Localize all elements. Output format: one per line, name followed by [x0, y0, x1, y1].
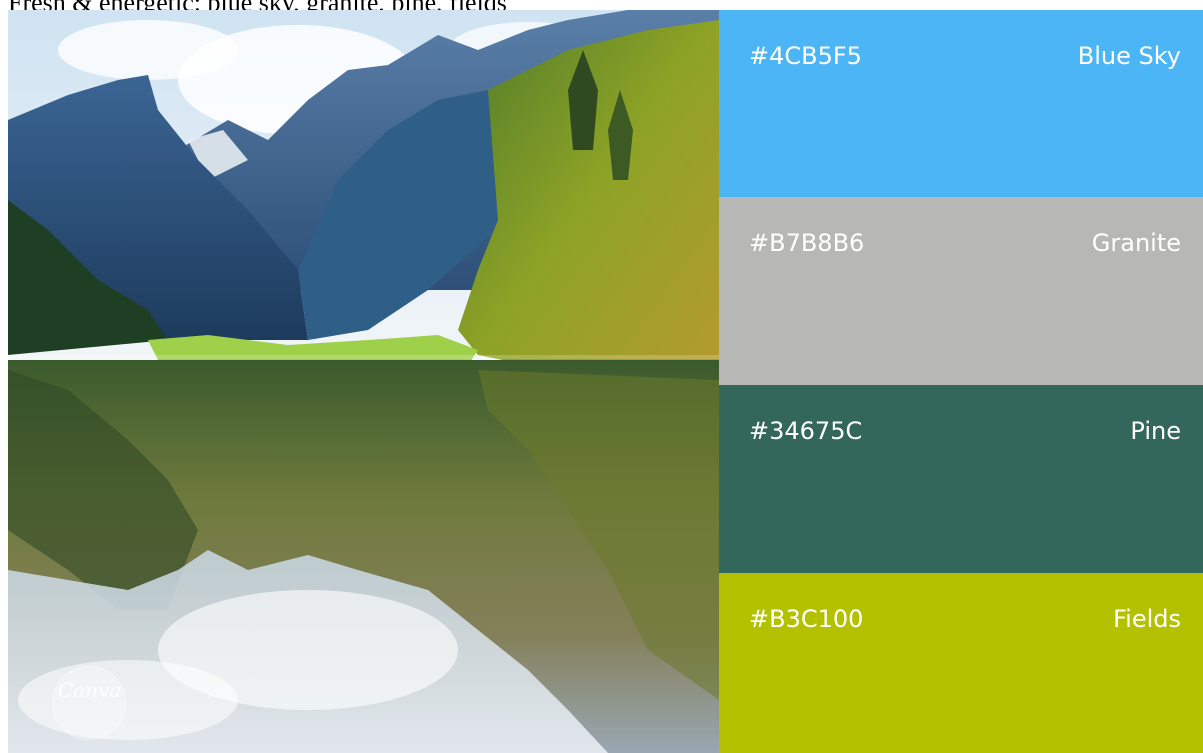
- swatch-hex: #34675C: [749, 417, 863, 445]
- swatch-hex: #4CB5F5: [749, 42, 862, 70]
- swatch-pine: #34675C Pine: [719, 385, 1203, 573]
- page-caption: Fresh & energetic: blue sky, granite, pi…: [8, 0, 1198, 10]
- palette-page: Fresh & energetic: blue sky, granite, pi…: [0, 0, 1203, 753]
- swatch-hex: #B7B8B6: [749, 229, 865, 257]
- swatch-blue-sky: #4CB5F5 Blue Sky: [719, 10, 1203, 197]
- canva-logo-text: Canva: [58, 678, 122, 702]
- swatch-hex: #B3C100: [749, 605, 864, 633]
- swatch-name: Blue Sky: [1077, 42, 1181, 70]
- swatch-name: Pine: [1130, 417, 1181, 445]
- swatch-name: Granite: [1091, 229, 1181, 257]
- swatch-granite: #B7B8B6 Granite: [719, 197, 1203, 385]
- swatch-fields: #B3C100 Fields: [719, 573, 1203, 753]
- swatch-name: Fields: [1113, 605, 1181, 633]
- color-palette: #4CB5F5 Blue Sky #B7B8B6 Granite #34675C…: [719, 10, 1203, 753]
- landscape-photo: Canva: [8, 10, 719, 753]
